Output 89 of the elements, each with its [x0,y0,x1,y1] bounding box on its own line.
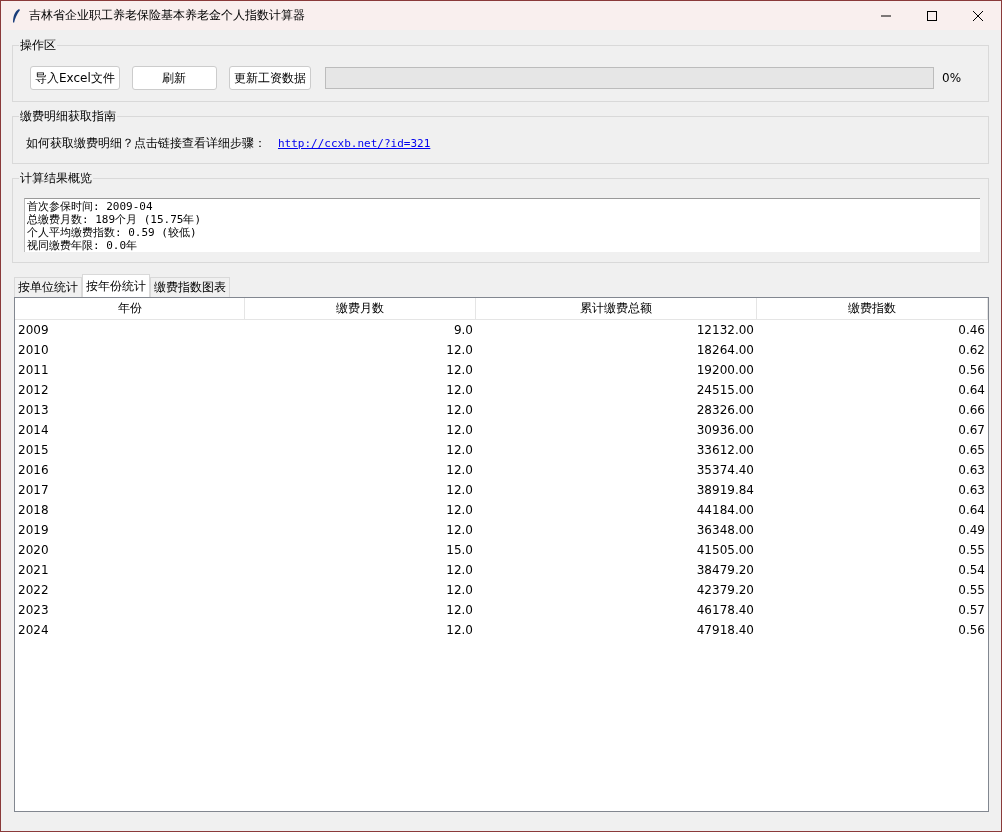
table-cell-text: 15.0 [445,542,474,559]
table-cell-text: 0.49 [957,522,986,539]
table-cell-text: 30936.00 [695,422,755,439]
table-cell-text: 2012 [17,382,50,399]
tab[interactable]: 按单位统计 [14,277,82,297]
table-cell-text: 12.0 [445,462,474,479]
table-cell-text: 41505.00 [695,542,755,559]
table-cell-text: 12.0 [445,442,474,459]
table-cell-text: 12.0 [445,602,474,619]
table-cell-text: 12.0 [445,582,474,599]
table-cell-text: 2024 [17,622,50,639]
table-cell-text: 2011 [17,362,50,379]
summary-line: 视同缴费年限: 0.0年 [27,239,139,252]
column-header[interactable]: 累计缴费总额 [476,298,757,320]
tab[interactable]: 缴费指数图表 [150,277,230,297]
panel-title: 操作区 [19,37,57,53]
table-cell-text: 2015 [17,442,50,459]
table-cell-text: 36348.00 [695,522,755,539]
table-cell-text: 2017 [17,482,50,499]
tab[interactable]: 按年份统计 [82,274,150,297]
feather-icon [11,7,21,24]
table-cell-text: 0.64 [957,382,986,399]
table-cell-text: 44184.00 [695,502,755,519]
table-cell-text: 2020 [17,542,50,559]
table-cell-text: 42379.20 [695,582,755,599]
table-cell-text: 12.0 [445,562,474,579]
summary-line: 总缴费月数: 189个月 (15.75年) [27,213,203,226]
table-cell-text: 0.56 [957,622,986,639]
table-cell-text: 2022 [17,582,50,599]
table-cell-text: 12.0 [445,522,474,539]
guide-text: 如何获取缴费明细？点击链接查看详细步骤： [26,135,266,152]
guide-link[interactable]: http://ccxb.net/?id=321 [278,137,431,150]
close-icon [973,10,983,21]
table-cell-text: 2009 [17,322,50,339]
table-cell-text: 0.63 [957,482,986,499]
table-cell-text: 0.66 [957,402,986,419]
table-cell-text: 24515.00 [695,382,755,399]
summary-line: 首次参保时间: 2009-04 [27,200,154,213]
table-cell-text: 0.65 [957,442,986,459]
table-cell-text: 12132.00 [695,322,755,339]
table-cell-text: 12.0 [445,482,474,499]
table-cell-text: 12.0 [445,342,474,359]
summary-text-area[interactable]: 首次参保时间: 2009-04 总缴费月数: 189个月 (15.75年) 个人平均缴费指数: 0.59 (较低) 视同缴费年限: 0.0年 [24,198,980,252]
column-header[interactable]: 缴费指数 [757,298,988,320]
toolbar-button[interactable]: 刷新 [131,66,217,90]
table-cell-text: 2021 [17,562,50,579]
table-cell-text: 0.46 [957,322,986,339]
table-cell-text: 0.67 [957,422,986,439]
table-cell-text: 2013 [17,402,50,419]
table-cell-text: 0.56 [957,362,986,379]
column-header[interactable]: 年份 [15,298,245,320]
table-cell-text: 12.0 [445,422,474,439]
panel-title: 计算结果概览 [19,170,93,186]
table-cell-text: 0.54 [957,562,986,579]
maximize-icon [927,10,937,21]
table-cell-text: 38479.20 [695,562,755,579]
table-cell-text: 33612.00 [695,442,755,459]
table-cell-text: 35374.40 [695,462,755,479]
table-cell-text: 12.0 [445,382,474,399]
panel-title: 缴费明细获取指南 [19,108,117,124]
table-cell-text: 2010 [17,342,50,359]
table-cell-text: 38919.84 [695,482,755,499]
table-cell-text: 12.0 [445,362,474,379]
table-cell-text: 19200.00 [695,362,755,379]
table-cell-text: 12.0 [445,622,474,639]
toolbar-button[interactable]: 导入Excel文件 [30,66,120,90]
progress-reading: 0% [942,71,963,85]
table-cell-text: 47918.40 [695,622,755,639]
toolbar-button[interactable]: 更新工资数据 [228,66,311,90]
table-cell-text: 2018 [17,502,50,519]
table-cell-text: 12.0 [445,502,474,519]
table-cell-text: 0.57 [957,602,986,619]
column-header[interactable]: 缴费月数 [245,298,476,320]
table-cell-text: 2014 [17,422,50,439]
table-cell-text: 28326.00 [695,402,755,419]
table-cell-text: 0.55 [957,582,986,599]
table-cell-text: 2023 [17,602,50,619]
table-cell-text: 2016 [17,462,50,479]
window-title: 吉林省企业职工养老保险基本养老金个人指数计算器 [29,7,306,24]
table-cell-text: 2019 [17,522,50,539]
table-cell-text: 0.62 [957,342,986,359]
table-cell-text: 0.63 [957,462,986,479]
table-cell-text: 9.0 [452,322,474,339]
table-cell-text: 18264.00 [695,342,755,359]
table-cell-text: 0.64 [957,502,986,519]
table-cell-text: 12.0 [445,402,474,419]
summary-line: 个人平均缴费指数: 0.59 (较低) [27,226,198,239]
table-cell-text: 46178.40 [695,602,755,619]
table-cell-text: 0.55 [957,542,986,559]
